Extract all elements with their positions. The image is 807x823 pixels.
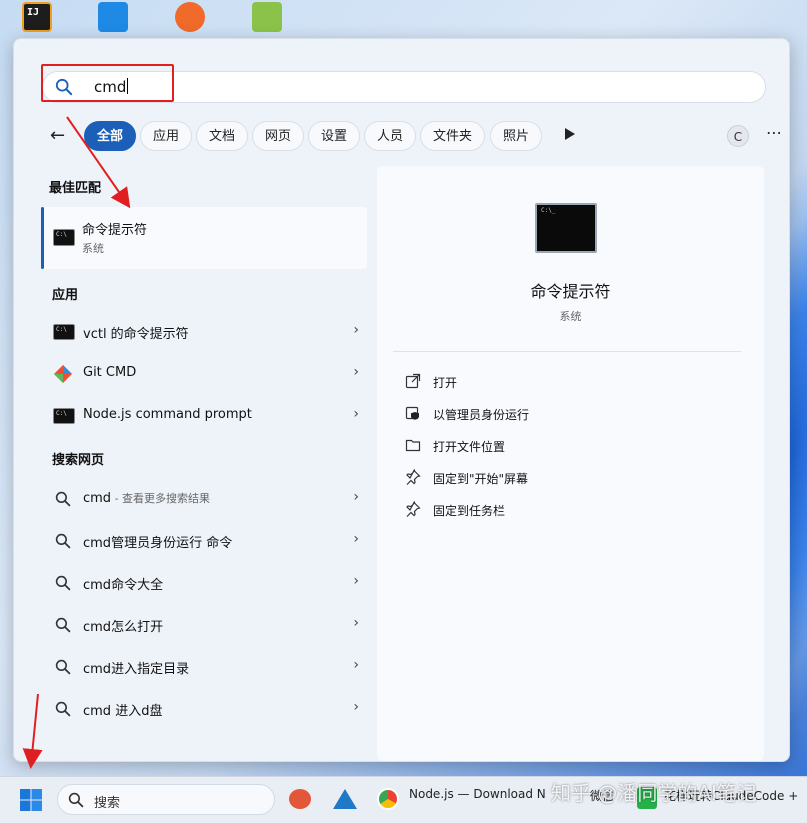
- annotation-arrows: [22, 116, 131, 769]
- annotation-arrow-to-result: [66, 116, 131, 209]
- annotation-arrow-to-start: [22, 693, 43, 769]
